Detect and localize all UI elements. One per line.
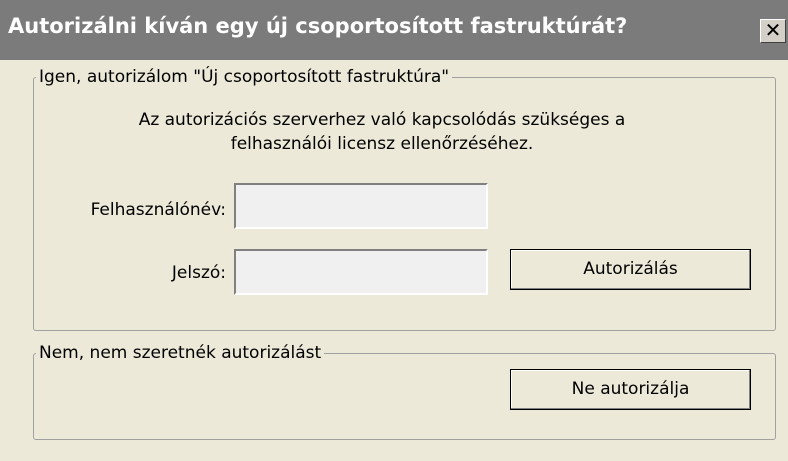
close-button[interactable]: ✕ [760, 19, 786, 43]
dialog-content: Igen, autorizálom "Új csoportosított fas… [0, 60, 788, 461]
close-icon: ✕ [764, 18, 782, 42]
message-line-2: felhasználói licensz ellenőrzéséhez. [230, 134, 534, 154]
authorize-message: Az autorizációs szerverhez való kapcsoló… [62, 108, 702, 156]
message-line-1: Az autorizációs szerverhez való kapcsoló… [138, 110, 626, 130]
authorize-group-legend: Igen, autorizálom "Új csoportosított fas… [39, 67, 450, 87]
title-bar: Autorizálni kíván egy új csoportosított … [0, 0, 788, 60]
authorize-button[interactable]: Autorizálás [510, 249, 751, 290]
password-input[interactable] [234, 249, 488, 295]
password-label: Jelszó: [171, 263, 226, 283]
window-title: Autorizálni kíván egy új csoportosított … [8, 14, 628, 38]
username-input[interactable] [234, 183, 488, 229]
no-authorize-button[interactable]: Ne autorizálja [510, 369, 751, 410]
username-label: Felhasználónév: [90, 200, 226, 220]
no-authorize-group-legend: Nem, nem szeretnék autorizálást [39, 343, 322, 363]
